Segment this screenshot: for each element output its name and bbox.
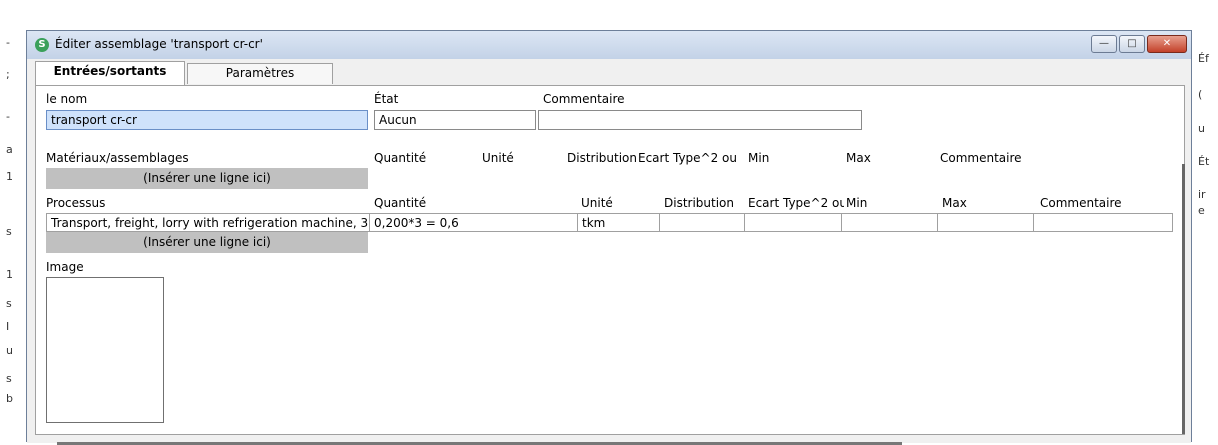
background-window-left: - ; - a 1 s 1 s I u s b (0, 0, 26, 442)
processes-col-distribution: Distribution (664, 196, 735, 210)
state-field[interactable]: Aucun (374, 110, 536, 130)
comment-field[interactable] (538, 110, 862, 130)
materials-col-min: Min (748, 151, 770, 165)
window-content: Entrées/sortants Paramètres le nom État … (27, 59, 1191, 443)
edit-assembly-window: S Éditer assemblage 'transport cr-cr' — … (26, 30, 1192, 445)
name-field[interactable]: transport cr-cr (46, 110, 368, 130)
materials-header: Matériaux/assemblages (46, 151, 189, 165)
close-button[interactable]: ✕ (1147, 35, 1187, 53)
materials-insert-row[interactable]: (Insérer une ligne ici) (46, 168, 368, 189)
bg-glyph: - (6, 110, 10, 123)
bg-glyph: Ét (1198, 155, 1210, 168)
minimize-button[interactable]: — (1091, 35, 1117, 53)
image-box[interactable] (46, 277, 164, 423)
process-min-cell[interactable] (841, 213, 938, 232)
materials-col-comment: Commentaire (940, 151, 1022, 165)
process-quantity-cell[interactable]: 0,200*3 = 0,6 (369, 213, 578, 232)
processes-col-min: Min (846, 196, 868, 210)
bg-glyph: - (6, 36, 10, 49)
bg-glyph: I (6, 320, 10, 333)
process-unit-cell[interactable]: tkm (577, 213, 660, 232)
bg-glyph: ( (1198, 88, 1203, 101)
bg-glyph: a (6, 143, 13, 156)
vertical-scrollbar[interactable] (1182, 164, 1185, 434)
processes-col-unit: Unité (581, 196, 613, 210)
bg-glyph: ; (6, 68, 10, 81)
bg-glyph: s (6, 225, 12, 238)
inputs-outputs-panel: le nom État Commentaire transport cr-cr … (35, 85, 1185, 435)
processes-col-comment: Commentaire (1040, 196, 1122, 210)
bg-glyph: e (1198, 204, 1205, 217)
tab-parameters[interactable]: Paramètres (187, 63, 333, 84)
materials-col-max: Max (846, 151, 871, 165)
process-max-cell[interactable] (937, 213, 1034, 232)
title-bar[interactable]: S Éditer assemblage 'transport cr-cr' — … (27, 31, 1191, 59)
processes-header: Processus (46, 196, 106, 210)
processes-col-quantity: Quantité (374, 196, 427, 210)
bg-glyph: b (6, 392, 13, 405)
comment-label: Commentaire (543, 92, 625, 106)
process-name-cell[interactable]: Transport, freight, lorry with refrigera… (46, 213, 370, 232)
maximize-button[interactable]: □ (1119, 35, 1145, 53)
app-icon: S (35, 38, 49, 52)
bg-glyph: 1 (6, 170, 13, 183)
materials-col-unit: Unité (482, 151, 514, 165)
processes-insert-row[interactable]: (Insérer une ligne ici) (46, 232, 368, 253)
bg-glyph: u (6, 344, 13, 357)
bg-glyph: 1 (6, 268, 13, 281)
name-label: le nom (46, 92, 88, 106)
bg-glyph: ir (1198, 188, 1206, 201)
bg-glyph: Éf (1198, 52, 1209, 65)
tab-inputs-outputs[interactable]: Entrées/sortants (35, 61, 185, 85)
materials-col-sd: Ecart Type^2 ou (638, 151, 737, 165)
materials-col-distribution: Distribution (567, 151, 638, 165)
processes-col-sd: Ecart Type^2 ou (748, 196, 844, 210)
window-title: Éditer assemblage 'transport cr-cr' (55, 37, 263, 51)
bg-glyph: s (6, 372, 12, 385)
process-distribution-cell[interactable] (659, 213, 745, 232)
materials-col-quantity: Quantité (374, 151, 427, 165)
bg-glyph: s (6, 297, 12, 310)
process-sd-cell[interactable] (744, 213, 842, 232)
state-label: État (374, 92, 399, 106)
processes-col-max: Max (942, 196, 967, 210)
image-label: Image (46, 260, 84, 274)
bg-glyph: u (1198, 122, 1205, 135)
background-window-right: Éf ( u Ét ir e (1192, 0, 1218, 442)
process-comment-cell[interactable] (1033, 213, 1173, 232)
